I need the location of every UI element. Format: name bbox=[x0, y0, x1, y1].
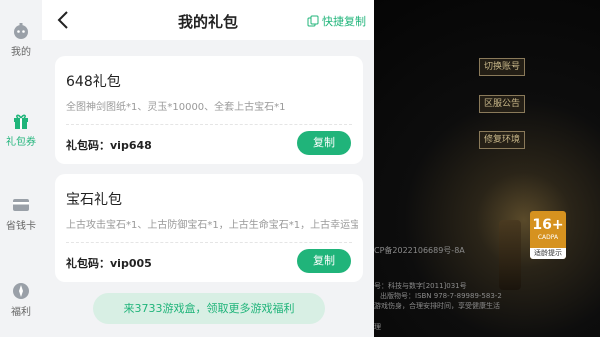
promo-banner[interactable]: 来3733游戏盒，领取更多游戏福利 bbox=[93, 293, 325, 324]
sidebar-item-mine[interactable]: 我的 bbox=[0, 22, 42, 58]
quick-copy-label: 快捷复制 bbox=[322, 15, 366, 28]
age-rating-value: 16+ bbox=[532, 217, 564, 233]
compass-icon bbox=[13, 283, 29, 299]
gift-icon bbox=[14, 114, 28, 129]
health-text: 游戏伤身，合理安排时间，享受健康生活 bbox=[374, 302, 500, 310]
gift-card: 648礼包 全图神剑图纸*1、灵玉*10000、全套上古宝石*1 礼包码：vip… bbox=[55, 56, 363, 164]
copy-icon bbox=[307, 15, 319, 27]
torch-image bbox=[499, 220, 521, 290]
gift-panel: 我的礼包 快捷复制 648礼包 全图神剑图纸*1、灵玉*10000、全套上古宝石… bbox=[42, 0, 374, 337]
icp-text: CP备2022106689号-8A bbox=[374, 246, 465, 255]
sidebar-item-gift[interactable]: 礼包券 bbox=[0, 112, 42, 148]
quick-copy-button[interactable]: 快捷复制 bbox=[307, 13, 366, 29]
copy-button[interactable]: 复制 bbox=[297, 249, 351, 273]
age-rating-org: CADPA bbox=[537, 234, 559, 241]
gift-name: 宝石礼包 bbox=[66, 192, 122, 208]
footer-text: 理 bbox=[374, 323, 381, 331]
repair-environment-button[interactable]: 修复环境 bbox=[479, 131, 525, 149]
game-background: 切换账号 区服公告 修复环境 16+ CADPA 适龄提示 CP备2022106… bbox=[374, 0, 600, 337]
license-text: 号：科技与数字[2011]031号 bbox=[374, 282, 467, 290]
card-icon bbox=[13, 199, 29, 211]
gift-card: 宝石礼包 上古攻击宝石*1、上古防御宝石*1，上古生命宝石*1，上古幸运宝 礼包… bbox=[55, 174, 363, 282]
top-bar: 我的礼包 快捷复制 bbox=[42, 0, 374, 40]
sidebar-item-label: 福利 bbox=[11, 307, 31, 318]
copy-button[interactable]: 复制 bbox=[297, 131, 351, 155]
divider bbox=[66, 124, 352, 125]
sidebar: 我的 礼包券 省钱卡 福利 bbox=[0, 0, 42, 337]
sidebar-item-savings-card[interactable]: 省钱卡 bbox=[0, 196, 42, 232]
switch-account-button[interactable]: 切换账号 bbox=[479, 58, 525, 76]
sidebar-item-label: 礼包券 bbox=[6, 137, 36, 148]
sidebar-item-welfare[interactable]: 福利 bbox=[0, 282, 42, 318]
server-notice-button[interactable]: 区服公告 bbox=[479, 95, 525, 113]
gift-code: 礼包码：vip648 bbox=[66, 139, 152, 152]
age-rating-badge: 16+ CADPA 适龄提示 bbox=[530, 211, 566, 259]
sidebar-item-label: 我的 bbox=[11, 47, 31, 58]
isbn-text: 出版物号：ISBN 978-7-89989-583-2 bbox=[380, 292, 502, 300]
sidebar-item-label: 省钱卡 bbox=[6, 221, 36, 232]
profile-icon bbox=[14, 23, 28, 39]
gift-description: 全图神剑图纸*1、灵玉*10000、全套上古宝石*1 bbox=[66, 102, 286, 113]
divider bbox=[66, 242, 352, 243]
gift-name: 648礼包 bbox=[66, 74, 121, 90]
gift-description: 上古攻击宝石*1、上古防御宝石*1，上古生命宝石*1，上古幸运宝 bbox=[66, 220, 358, 231]
age-rating-tip: 适龄提示 bbox=[530, 248, 566, 259]
gift-code: 礼包码：vip005 bbox=[66, 257, 152, 270]
